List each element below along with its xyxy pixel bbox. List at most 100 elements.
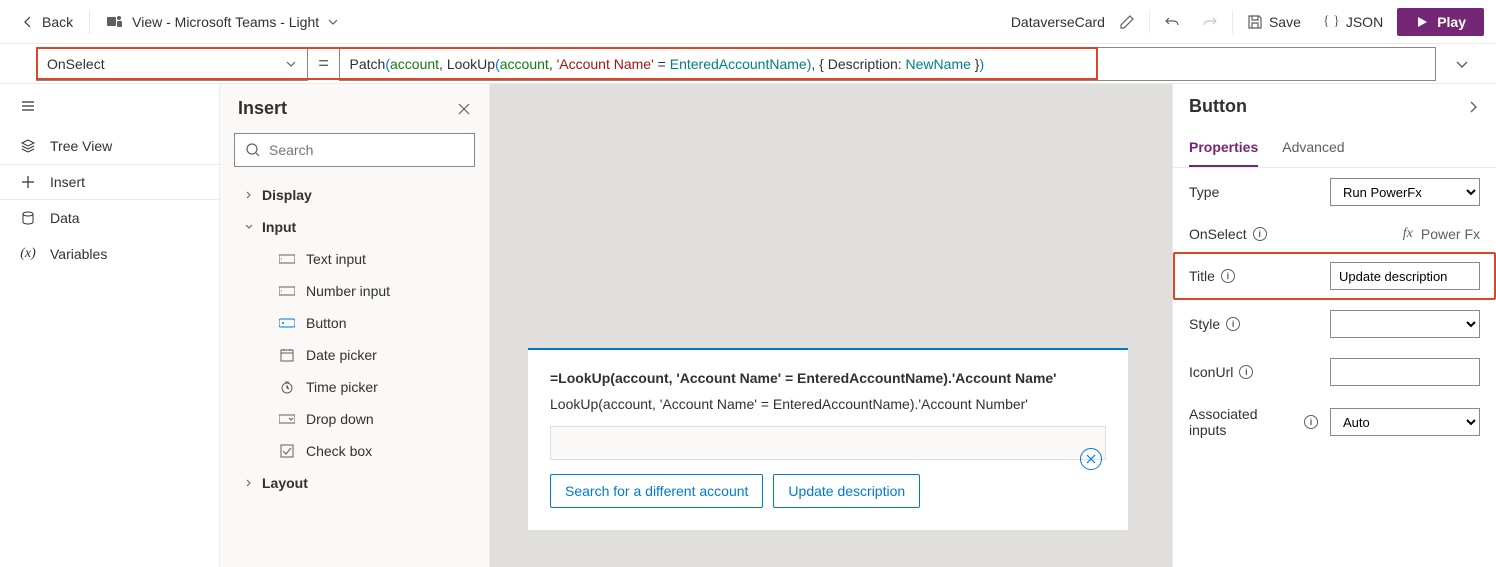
equals-icon: =: [318, 53, 329, 74]
text-icon: [278, 253, 296, 265]
info-icon[interactable]: i: [1221, 269, 1235, 283]
chevron-down-icon: [285, 58, 297, 70]
insert-search-box[interactable]: [234, 133, 475, 167]
insert-panel: Insert DisplayInput Text input Number inpu…: [220, 84, 490, 567]
category-display[interactable]: Display: [220, 179, 489, 211]
json-button[interactable]: { } JSON: [1315, 10, 1391, 34]
prop-label-type: Type: [1189, 184, 1219, 200]
insert-item-number-input[interactable]: Number input: [220, 275, 489, 307]
properties-tabs: Properties Advanced: [1173, 129, 1496, 168]
prop-label-style: Style i: [1189, 316, 1240, 332]
insert-search-input[interactable]: [269, 142, 464, 158]
play-button[interactable]: Play: [1397, 8, 1484, 36]
plus-icon: [20, 174, 36, 190]
chevron-icon: [244, 478, 254, 488]
type-select[interactable]: Run PowerFx: [1330, 178, 1480, 206]
insert-item-text-input[interactable]: Text input: [220, 243, 489, 275]
prop-row-type: Type Run PowerFx: [1173, 168, 1496, 216]
insert-item-label: Text input: [306, 251, 366, 267]
save-button[interactable]: Save: [1239, 10, 1309, 34]
insert-item-drop-down[interactable]: Drop down: [220, 403, 489, 435]
main-area: Tree View Insert Data (x) Variables Insert D…: [0, 84, 1496, 567]
view-selector[interactable]: View - Microsoft Teams - Light: [98, 9, 347, 35]
arrow-left-icon: [20, 14, 36, 30]
formula-bar: OnSelect = Patch(account, LookUp(account…: [0, 44, 1496, 84]
var-icon: (x): [20, 246, 36, 262]
assoc-select[interactable]: Auto: [1330, 408, 1480, 436]
nav-item-variables[interactable]: (x) Variables: [0, 236, 219, 272]
design-canvas[interactable]: =LookUp(account, 'Account Name' = Entere…: [490, 84, 1172, 567]
prop-row-onselect: OnSelect i fx Power Fx: [1173, 216, 1496, 252]
search-different-account-button[interactable]: Search for a different account: [550, 474, 763, 508]
redo-button: [1194, 6, 1226, 38]
insert-item-label: Time picker: [306, 379, 378, 395]
expand-properties-button[interactable]: [1466, 100, 1480, 114]
undo-button[interactable]: [1156, 6, 1188, 38]
style-select[interactable]: [1330, 310, 1480, 338]
pencil-icon: [1119, 14, 1135, 30]
formula-input[interactable]: Patch(account, LookUp(account, 'Account …: [339, 47, 1436, 81]
category-label: Layout: [262, 475, 308, 491]
layers-icon: [20, 138, 36, 154]
back-label: Back: [42, 14, 73, 30]
close-panel-button[interactable]: [457, 102, 471, 116]
category-input[interactable]: Input: [220, 211, 489, 243]
nav-item-insert[interactable]: Insert: [0, 164, 219, 200]
nav-item-data[interactable]: Data: [0, 200, 219, 236]
nav-label: Insert: [50, 174, 85, 190]
info-icon[interactable]: i: [1239, 365, 1253, 379]
left-navbar: Tree View Insert Data (x) Variables: [0, 84, 220, 567]
property-label: OnSelect: [47, 56, 105, 72]
back-button[interactable]: Back: [12, 10, 81, 34]
date-icon: [278, 348, 296, 362]
save-label: Save: [1269, 14, 1301, 30]
prop-label-iconurl: IconUrl i: [1189, 364, 1253, 380]
title-input[interactable]: [1330, 262, 1480, 290]
braces-icon: { }: [1323, 14, 1340, 30]
checkbox-icon: [278, 444, 296, 458]
save-icon: [1247, 14, 1263, 30]
preview-card: =LookUp(account, 'Account Name' = Entere…: [528, 348, 1128, 530]
close-icon: [1086, 454, 1096, 464]
chevron-down-icon: [1455, 57, 1469, 71]
nav-label: Tree View: [50, 138, 112, 154]
insert-item-label: Number input: [306, 283, 390, 299]
info-icon[interactable]: i: [1304, 415, 1318, 429]
onselect-fx-label[interactable]: fx Power Fx: [1403, 226, 1480, 242]
nav-label: Variables: [50, 246, 107, 262]
property-dropdown[interactable]: OnSelect: [36, 47, 308, 81]
card-text-input[interactable]: [550, 426, 1106, 460]
dropdown-icon: [278, 413, 296, 425]
teams-icon: [106, 13, 124, 31]
insert-item-check-box[interactable]: Check box: [220, 435, 489, 467]
search-icon: [245, 142, 261, 158]
chevron-icon: [244, 222, 254, 232]
prop-row-style: Style i: [1173, 300, 1496, 348]
iconurl-input[interactable]: [1330, 358, 1480, 386]
update-description-button[interactable]: Update description: [773, 474, 920, 508]
divider: [1232, 10, 1233, 34]
info-icon[interactable]: i: [1253, 227, 1267, 241]
insert-panel-header: Insert: [220, 84, 489, 133]
play-label: Play: [1437, 14, 1466, 30]
top-right-tools: DataverseCard Save { } JSON Play: [1011, 6, 1484, 38]
category-layout[interactable]: Layout: [220, 467, 489, 499]
insert-item-date-picker[interactable]: Date picker: [220, 339, 489, 371]
insert-item-time-picker[interactable]: Time picker: [220, 371, 489, 403]
db-icon: [20, 210, 36, 226]
card-line-1: =LookUp(account, 'Account Name' = Entere…: [550, 370, 1106, 386]
clear-input-button[interactable]: [1080, 448, 1102, 470]
hamburger-icon: [20, 98, 36, 114]
insert-item-button[interactable]: Button: [220, 307, 489, 339]
expand-formula-button[interactable]: [1446, 48, 1478, 80]
insert-item-label: Button: [306, 315, 346, 331]
nav-item-tree-view[interactable]: Tree View: [0, 128, 219, 164]
info-icon[interactable]: i: [1226, 317, 1240, 331]
edit-name-button[interactable]: [1111, 6, 1143, 38]
card-name-label: DataverseCard: [1011, 14, 1105, 30]
tab-properties[interactable]: Properties: [1189, 129, 1258, 167]
chevron-right-icon: [1466, 100, 1480, 114]
tab-advanced[interactable]: Advanced: [1282, 129, 1344, 167]
prop-row-assoc: Associated inputs i Auto: [1173, 396, 1496, 448]
collapse-nav-button[interactable]: [0, 84, 219, 128]
